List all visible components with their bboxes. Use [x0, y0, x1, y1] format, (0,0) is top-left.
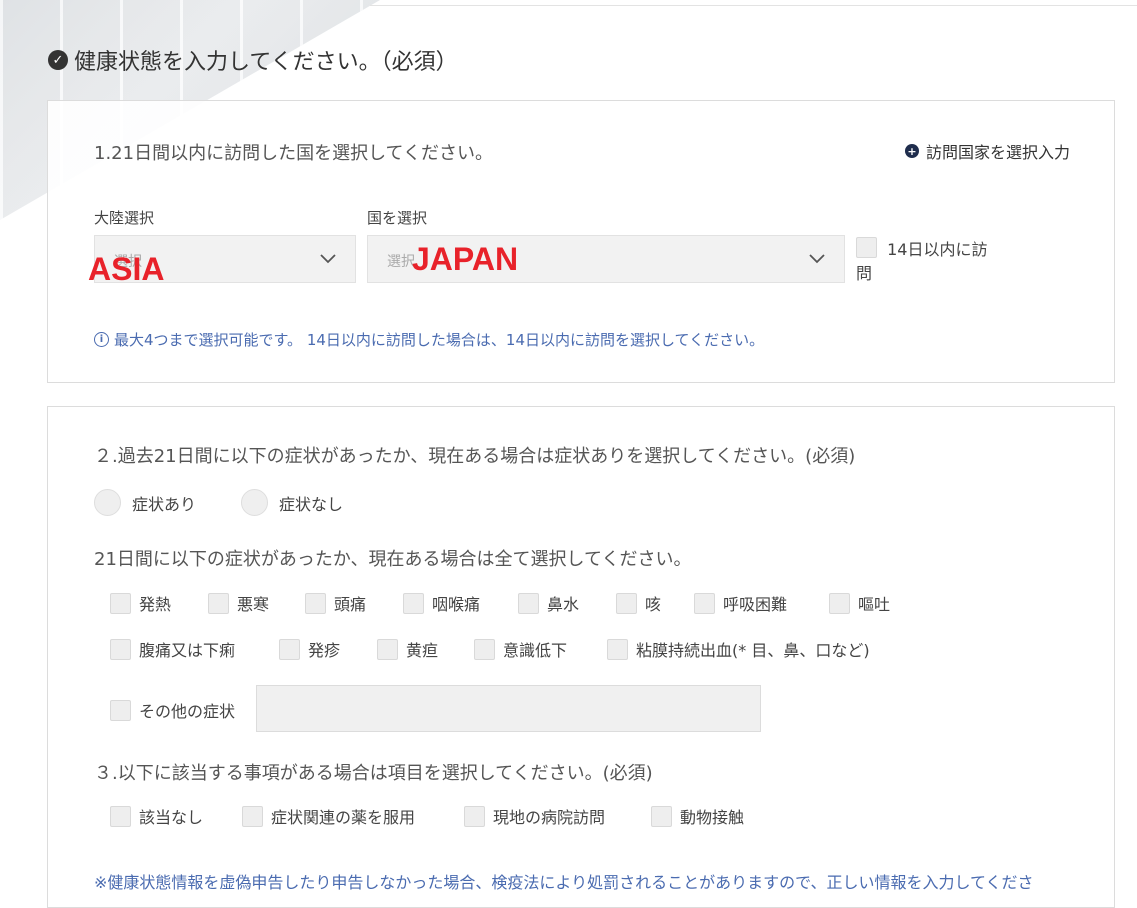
- symptom-label: 発熱: [139, 595, 172, 614]
- other-symptom-input[interactable]: [256, 685, 761, 732]
- symptom-checkbox[interactable]: 頭痛: [305, 591, 366, 615]
- question-1: 1.21日間以内に訪問した国を選択してください。: [94, 143, 493, 164]
- question-3: ３.以下に該当する事項がある場合は項目を選択してください。(必須): [94, 763, 653, 784]
- visited-14-days-label-1: 14日以内に訪: [887, 240, 988, 259]
- symptoms-panel: ２.過去21日間に以下の症状があったか、現在ある場合は症状ありを選択してください…: [47, 406, 1115, 908]
- condition-checkbox[interactable]: 現地の病院訪問: [464, 804, 605, 828]
- checkbox[interactable]: [607, 638, 628, 660]
- symptom-checkbox[interactable]: 鼻水: [518, 591, 579, 615]
- symptom-checkbox[interactable]: 黄疸: [377, 637, 438, 661]
- add-visited-country-link[interactable]: + 訪問国家を選択入力: [904, 139, 1070, 163]
- condition-label: 現地の病院訪問: [493, 808, 606, 827]
- condition-checkbox[interactable]: 動物接触: [651, 804, 744, 828]
- warning-note: ※健康状態情報を虚偽申告したり申告しなかった場合、検疫法により処罰されることがあ…: [94, 873, 1034, 892]
- info-text: 最大4つまで選択可能です。 14日以内に訪問した場合は、14日以内に訪問を選択し…: [114, 331, 765, 349]
- symptom-checkbox[interactable]: 悪寒: [208, 591, 269, 615]
- symptom-checkbox[interactable]: 嘔吐: [829, 591, 890, 615]
- symptom-label: 頭痛: [334, 595, 367, 614]
- condition-label: 該当なし: [139, 808, 204, 827]
- radio-button[interactable]: [94, 489, 121, 516]
- checkbox[interactable]: [829, 592, 850, 614]
- checkbox[interactable]: [464, 805, 485, 827]
- checkbox[interactable]: [377, 638, 398, 660]
- visited-14-days-label-2: 問: [856, 264, 873, 283]
- checkbox[interactable]: [403, 592, 424, 614]
- symptom-label: 鼻水: [547, 595, 580, 614]
- symptom-checkbox[interactable]: 発熱: [110, 591, 171, 615]
- checkbox[interactable]: [474, 638, 495, 660]
- checkbox[interactable]: [651, 805, 672, 827]
- symptom-checkbox[interactable]: 粘膜持続出血(* 目、鼻、口など): [607, 637, 870, 661]
- continent-label: 大陸選択: [94, 209, 155, 227]
- symptom-checkbox[interactable]: 発疹: [279, 637, 340, 661]
- other-symptom-label: その他の症状: [139, 702, 236, 721]
- checkbox[interactable]: [279, 638, 300, 660]
- condition-checkbox[interactable]: 該当なし: [110, 804, 203, 828]
- checkbox[interactable]: [694, 592, 715, 614]
- symptom-label: 黄疸: [406, 641, 439, 660]
- condition-checkbox[interactable]: 症状関連の薬を服用: [242, 804, 415, 828]
- country-placeholder: 選択: [387, 254, 415, 270]
- radio-symptoms-no[interactable]: 症状なし: [241, 489, 343, 516]
- checkbox[interactable]: [616, 592, 637, 614]
- other-symptom-checkbox[interactable]: その他の症状: [110, 698, 235, 722]
- chevron-down-icon: [809, 254, 825, 264]
- divider: [370, 5, 1137, 6]
- checkbox[interactable]: [208, 592, 229, 614]
- symptom-label: 腹痛又は下痢: [139, 641, 236, 660]
- symptom-checkbox[interactable]: 意識低下: [474, 637, 567, 661]
- symptom-label: 発疹: [308, 641, 341, 660]
- question-2: ２.過去21日間に以下の症状があったか、現在ある場合は症状ありを選択してください…: [94, 446, 856, 467]
- symptom-label: 意識低下: [503, 641, 568, 660]
- visited-14-days-box[interactable]: [856, 237, 877, 258]
- add-visited-country-label: 訪問国家を選択入力: [925, 143, 1070, 162]
- checkbox[interactable]: [242, 805, 263, 827]
- checkbox[interactable]: [110, 805, 131, 827]
- radio-no-label: 症状なし: [279, 494, 344, 514]
- radio-symptoms-yes[interactable]: 症状あり: [94, 489, 196, 516]
- plus-circle-icon: +: [904, 144, 919, 158]
- symptom-label: 呼吸困難: [723, 595, 788, 614]
- radio-button[interactable]: [241, 489, 268, 516]
- symptom-label: 咽喉痛: [432, 595, 481, 614]
- country-label: 国を選択: [367, 209, 428, 227]
- continent-annotation: ASIA: [88, 251, 165, 287]
- condition-label: 動物接触: [680, 808, 745, 827]
- symptom-label: 嘔吐: [858, 595, 891, 614]
- page-title: ✓ 健康状態を入力してください。（必須）: [48, 44, 458, 76]
- visited-14-days-checkbox[interactable]: 14日以内に訪 問: [856, 236, 987, 284]
- chevron-down-icon: [320, 254, 336, 264]
- condition-label: 症状関連の薬を服用: [271, 808, 416, 827]
- checkbox[interactable]: [305, 592, 326, 614]
- info-note: i 最大4つまで選択可能です。 14日以内に訪問した場合は、14日以内に訪問を選…: [94, 329, 764, 350]
- checkbox[interactable]: [518, 592, 539, 614]
- symptom-checkbox[interactable]: 咽喉痛: [403, 591, 480, 615]
- checkbox[interactable]: [110, 638, 131, 660]
- symptom-label: 咳: [645, 595, 662, 614]
- symptom-checkbox[interactable]: 腹痛又は下痢: [110, 637, 235, 661]
- country-annotation: JAPAN: [412, 241, 519, 277]
- visited-countries-panel: 1.21日間以内に訪問した国を選択してください。 + 訪問国家を選択入力 大陸選…: [47, 100, 1115, 383]
- check-circle-icon: ✓: [48, 50, 68, 70]
- page-title-text: 健康状態を入力してください。（必須）: [74, 50, 458, 75]
- symptom-checkbox[interactable]: 呼吸困難: [694, 591, 787, 615]
- info-icon: i: [94, 332, 109, 347]
- symptom-label: 悪寒: [237, 595, 270, 614]
- checkbox[interactable]: [110, 592, 131, 614]
- symptom-label: 粘膜持続出血(* 目、鼻、口など): [636, 641, 870, 660]
- symptom-checkbox[interactable]: 咳: [616, 591, 661, 615]
- sub-question: 21日間に以下の症状があったか、現在ある場合は全て選択してください。: [94, 549, 692, 570]
- radio-yes-label: 症状あり: [132, 494, 197, 514]
- checkbox[interactable]: [110, 699, 131, 721]
